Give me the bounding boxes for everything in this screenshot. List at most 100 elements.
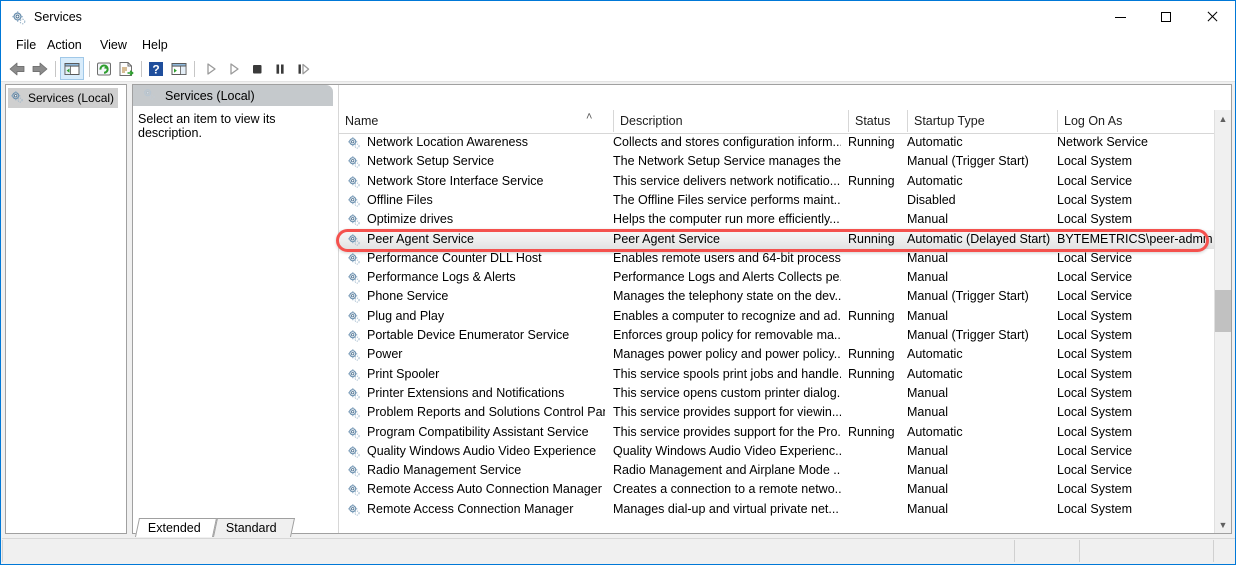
services-list: Name ˄ Description Status Startup Type L… xyxy=(338,85,1231,533)
service-description: Quality Windows Audio Video Experienc... xyxy=(613,443,841,458)
menu-view[interactable]: View xyxy=(94,37,133,54)
service-status xyxy=(848,268,903,287)
service-description: Helps the computer run more efficiently.… xyxy=(613,212,840,227)
scroll-up-icon[interactable]: ▲ xyxy=(1215,110,1231,127)
show-hide-action-pane-icon[interactable] xyxy=(169,59,189,79)
toolbar-separator-1 xyxy=(55,61,56,77)
tab-extended[interactable]: Extended xyxy=(134,518,218,537)
service-startup-type: Manual xyxy=(907,212,948,227)
status-segment-2 xyxy=(1014,540,1079,562)
table-row[interactable]: Portable Device Enumerator Service Enforc… xyxy=(339,326,1214,345)
service-log-on-as: Local System xyxy=(1057,501,1133,516)
table-row[interactable]: Printer Extensions and Notifications This… xyxy=(339,384,1214,403)
service-name: Plug and Play xyxy=(367,308,445,323)
service-name: Remote Access Connection Manager xyxy=(367,501,574,516)
tab-standard[interactable]: Standard xyxy=(212,518,296,537)
export-list-icon[interactable] xyxy=(116,59,136,79)
stop-service-icon[interactable] xyxy=(247,59,267,79)
service-name: Optimize drives xyxy=(367,212,454,227)
column-header-description[interactable]: Description xyxy=(613,110,848,132)
table-row[interactable]: Remote Access Auto Connection Manager Cre… xyxy=(339,480,1214,499)
toolbar-separator-2 xyxy=(89,61,90,77)
column-header-status[interactable]: Status xyxy=(848,110,907,132)
service-log-on-as: Local Service xyxy=(1057,463,1133,478)
minimize-icon xyxy=(1114,16,1126,18)
maximize-button[interactable] xyxy=(1143,1,1189,33)
service-status xyxy=(848,210,903,229)
forward-arrow-icon[interactable] xyxy=(30,59,50,79)
help-icon[interactable]: ? xyxy=(146,59,166,79)
column-header-log-on-as[interactable]: Log On As xyxy=(1057,110,1214,132)
status-bar xyxy=(2,538,1235,563)
service-status xyxy=(848,442,903,461)
table-row[interactable]: Network Location Awareness Collects and s… xyxy=(339,133,1214,152)
table-row[interactable]: Program Compatibility Assistant Service T… xyxy=(339,423,1214,442)
title-bar: Services xyxy=(1,1,1235,34)
table-row[interactable]: Performance Counter DLL Host Enables remo… xyxy=(339,249,1214,268)
scrollbar-thumb[interactable] xyxy=(1215,290,1231,332)
table-row[interactable]: Network Store Interface Service This serv… xyxy=(339,172,1214,191)
menu-file[interactable]: File xyxy=(10,37,42,54)
service-log-on-as: Local Service xyxy=(1057,173,1133,188)
service-status xyxy=(848,249,903,268)
service-startup-type: Automatic xyxy=(907,347,963,362)
service-description: This service delivers network notificati… xyxy=(613,173,841,188)
pause-service-icon[interactable] xyxy=(270,59,290,79)
start-service-icon[interactable] xyxy=(201,59,221,79)
column-header-name[interactable]: Name ˄ xyxy=(339,110,613,132)
table-row[interactable]: Phone Service Manages the telephony state… xyxy=(339,287,1214,306)
service-startup-type: Manual xyxy=(907,463,948,478)
status-segment-4 xyxy=(1213,540,1235,562)
service-name: Offline Files xyxy=(367,192,433,207)
service-startup-type: Manual xyxy=(907,501,948,516)
service-name: Print Spooler xyxy=(367,366,440,381)
list-header-row: Name ˄ Description Status Startup Type L… xyxy=(339,110,1231,134)
tab-label: Extended xyxy=(147,521,201,535)
service-status xyxy=(848,461,903,480)
restart-service-icon[interactable] xyxy=(224,59,244,79)
table-row[interactable]: Peer Agent Service Peer Agent Service Runn… xyxy=(339,229,1214,249)
service-description: Enforces group policy for removable ma..… xyxy=(613,328,841,342)
service-log-on-as: Local System xyxy=(1057,192,1133,207)
back-arrow-icon[interactable] xyxy=(7,59,27,79)
service-startup-type: Manual xyxy=(907,405,948,420)
table-row[interactable]: Plug and Play Enables a computer to recog… xyxy=(339,307,1214,326)
service-log-on-as: Local Service xyxy=(1057,270,1133,285)
service-name: Program Compatibility Assistant Service xyxy=(367,424,589,439)
table-row[interactable]: Quality Windows Audio Video Experience Qu… xyxy=(339,442,1214,461)
show-hide-console-tree-icon[interactable] xyxy=(62,59,82,79)
menu-action[interactable]: Action xyxy=(41,37,88,54)
close-button[interactable] xyxy=(1189,1,1235,33)
toolbar-separator-3 xyxy=(141,61,142,77)
column-header-startup-type[interactable]: Startup Type xyxy=(907,110,1057,132)
list-vertical-scrollbar[interactable]: ▲ ▼ xyxy=(1214,110,1231,533)
resume-service-icon[interactable] xyxy=(293,59,313,79)
svg-text:?: ? xyxy=(152,63,159,77)
service-log-on-as: Local Service xyxy=(1057,289,1133,304)
maximize-icon xyxy=(1161,12,1171,22)
service-startup-type: Manual xyxy=(907,308,948,323)
content-area: Services (Local) Services (Local) Select… xyxy=(2,82,1235,538)
table-row[interactable]: Optimize drives Helps the computer run mo… xyxy=(339,210,1214,229)
table-row[interactable]: Remote Access Connection Manager Manages … xyxy=(339,500,1214,519)
column-label: Log On As xyxy=(1064,114,1123,128)
service-startup-type: Manual (Trigger Start) xyxy=(907,154,1029,169)
table-row[interactable]: Print Spooler This service spools print j… xyxy=(339,365,1214,384)
table-row[interactable]: Performance Logs & Alerts Performance Log… xyxy=(339,268,1214,287)
service-name: Portable Device Enumerator Service xyxy=(367,328,570,342)
minimize-button[interactable] xyxy=(1097,1,1143,33)
refresh-icon[interactable] xyxy=(94,59,114,79)
description-prompt: Select an item to view its description. xyxy=(138,112,276,140)
table-row[interactable]: Power Manages power policy and power poli… xyxy=(339,345,1214,364)
table-row[interactable]: Network Setup Service The Network Setup S… xyxy=(339,152,1214,171)
menu-help[interactable]: Help xyxy=(136,37,174,54)
table-row[interactable]: Offline Files The Offline Files service p… xyxy=(339,191,1214,210)
service-status xyxy=(848,287,903,306)
table-row[interactable]: Radio Management Service Radio Management… xyxy=(339,461,1214,480)
service-startup-type: Manual xyxy=(907,443,948,458)
table-row[interactable]: Problem Reports and Solutions Control Pa… xyxy=(339,403,1214,422)
service-description: Manages the telephony state on the dev..… xyxy=(613,289,841,304)
tree-item-services-local[interactable]: Services (Local) xyxy=(8,88,119,108)
service-log-on-as: Local System xyxy=(1057,482,1133,497)
menu-bar: File Action View Help xyxy=(1,34,1235,56)
